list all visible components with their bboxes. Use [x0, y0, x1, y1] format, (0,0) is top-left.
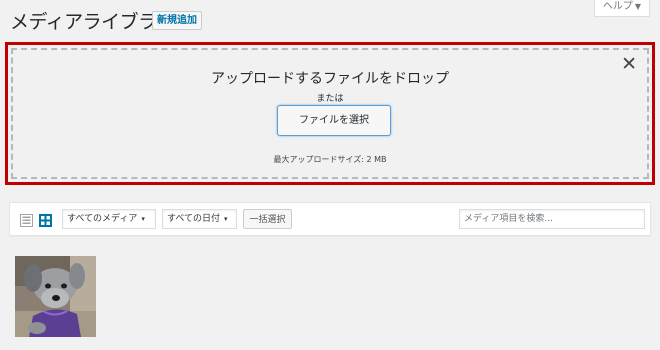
media-search-input[interactable] [459, 209, 645, 229]
help-label: ヘルプ [602, 1, 633, 12]
media-type-value: すべてのメディア [67, 214, 138, 224]
dog-photo-image [15, 256, 96, 337]
date-value: すべての日付 [167, 214, 221, 224]
media-library-page: メディアライブラリ 新規追加 ヘルプ ▼ ✕ アップロードするファイルをドロップ … [0, 0, 660, 350]
bulk-select-button[interactable]: 一括選択 [243, 209, 292, 229]
media-toolbar: すべてのメディア ▾ すべての日付 ▾ 一括選択 [9, 202, 651, 236]
upload-area-highlight: ✕ アップロードするファイルをドロップ または ファイルを選択 最大アップロード… [5, 42, 655, 185]
or-text: または [316, 94, 344, 104]
drop-instructions: アップロードするファイルをドロップ [211, 71, 449, 87]
max-upload-size: 最大アップロードサイズ: 2 MB [273, 155, 387, 164]
media-type-filter[interactable]: すべてのメディア ▾ [62, 209, 156, 229]
select-files-button[interactable]: ファイルを選択 [277, 105, 391, 136]
chevron-down-icon: ▾ [141, 215, 145, 223]
help-tab[interactable]: ヘルプ ▼ [594, 0, 650, 17]
date-filter[interactable]: すべての日付 ▾ [162, 209, 237, 229]
add-new-button[interactable]: 新規追加 [152, 11, 202, 30]
help-caret-icon: ▼ [634, 2, 642, 11]
list-view-icon[interactable] [20, 212, 33, 227]
media-item-thumbnail[interactable] [15, 256, 96, 337]
grid-view-icon[interactable] [39, 212, 52, 227]
page-title: メディアライブラリ [10, 11, 176, 33]
chevron-down-icon: ▾ [224, 215, 228, 223]
upload-drop-zone[interactable]: ✕ アップロードするファイルをドロップ または ファイルを選択 最大アップロード… [11, 48, 649, 179]
